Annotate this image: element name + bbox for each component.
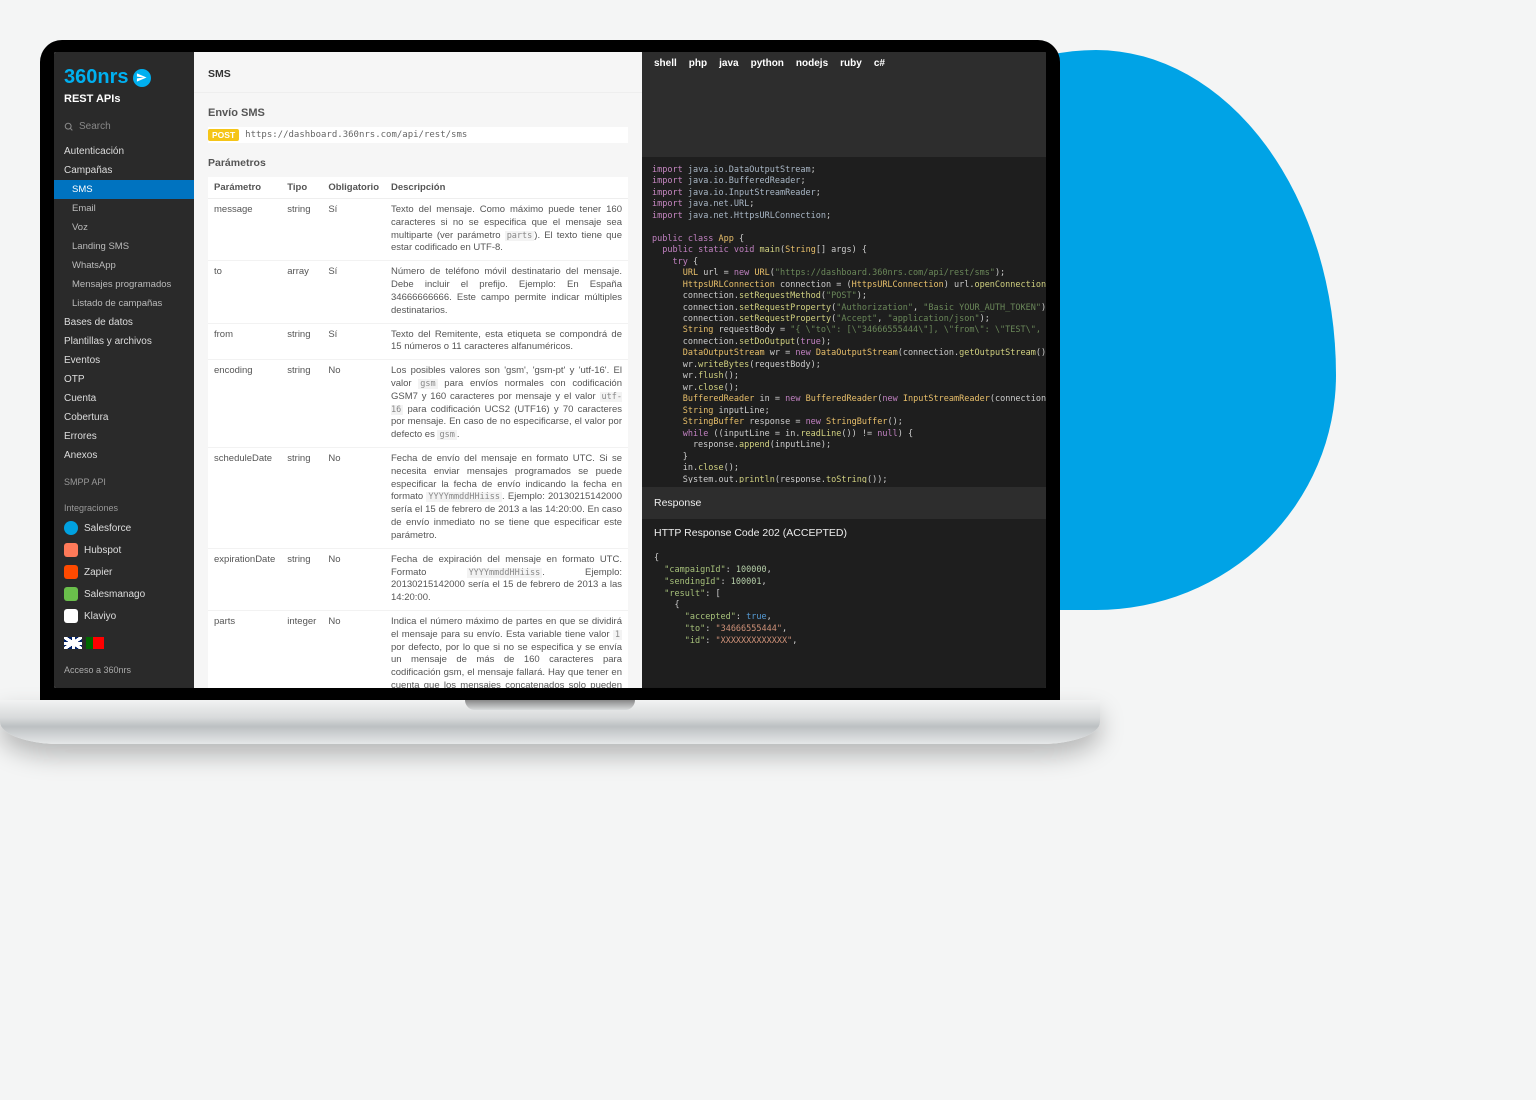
sidebar-item-autenticación[interactable]: Autenticación [54,142,194,161]
table-row: toarraySíNúmero de teléfono móvil destin… [208,261,628,323]
table-row: scheduleDatestringNoFecha de envío del m… [208,448,628,549]
table-row: messagestringSíTexto del mensaje. Como m… [208,199,628,261]
sidebar-item-sms[interactable]: SMS [54,180,194,199]
code-sample: import java.io.DataOutputStream; import … [642,157,1046,483]
sidebar-item-whatsapp[interactable]: WhatsApp [54,256,194,275]
search-placeholder: Search [79,121,111,132]
sidebar-item-otp[interactable]: OTP [54,370,194,389]
response-heading: Response [642,487,1046,519]
col-required: Obligatorio [322,177,385,199]
params-heading: Parámetros [208,157,628,169]
endpoint-url: https://dashboard.360nrs.com/api/rest/sm… [245,130,467,140]
tab-java[interactable]: java [719,58,738,69]
sidebar-item-bases-de-datos[interactable]: Bases de datos [54,313,194,332]
endpoint-row: POST https://dashboard.360nrs.com/api/re… [208,127,628,143]
laptop-base [0,700,1100,744]
access-link[interactable]: Acceso a 360nrs [54,659,194,685]
tab-nodejs[interactable]: nodejs [796,58,828,69]
subtitle: REST APIs [54,93,194,115]
sidebar-item-plantillas-y-archivos[interactable]: Plantillas y archivos [54,332,194,351]
sidebar-item-listado-de-campañas[interactable]: Listado de campañas [54,294,194,313]
table-row: expirationDatestringNoFecha de expiració… [208,548,628,610]
table-row: fromstringSíTexto del Remitente, esta et… [208,323,628,360]
integration-salesforce[interactable]: Salesforce [54,517,194,539]
salesforce-icon [64,521,78,535]
http-method-badge: POST [208,129,239,141]
tab-shell[interactable]: shell [654,58,677,69]
zapier-icon [64,565,78,579]
col-param: Parámetro [208,177,281,199]
col-desc: Descripción [385,177,628,199]
table-row: encodingstringNoLos posibles valores son… [208,360,628,448]
nav-section-smpp[interactable]: SMPP API [54,465,194,491]
flag-pt-icon[interactable] [86,637,104,649]
col-type: Tipo [281,177,322,199]
sidebar-item-cuenta[interactable]: Cuenta [54,389,194,408]
sidebar-item-anexos[interactable]: Anexos [54,446,194,465]
docs-panel: SMS Envío SMS POST https://dashboard.360… [194,52,642,688]
paper-plane-icon [133,69,151,87]
search-icon [64,122,74,132]
logo: 360nrs [54,52,194,93]
sidebar-item-email[interactable]: Email [54,199,194,218]
hubspot-icon [64,543,78,557]
table-row: partsintegerNoIndica el número máximo de… [208,610,628,688]
sidebar-item-cobertura[interactable]: Cobertura [54,408,194,427]
sidebar-item-voz[interactable]: Voz [54,218,194,237]
integration-hubspot[interactable]: Hubspot [54,539,194,561]
integrations-heading: Integraciones [54,491,194,517]
klaviyo-icon [64,609,78,623]
salesmanago-icon [64,587,78,601]
response-json: { "campaignId": 100000, "sendingId": 100… [642,549,1046,688]
page-title: SMS [194,52,642,93]
tab-python[interactable]: python [751,58,784,69]
sidebar: 360nrs REST APIs Search AutenticaciónCam… [54,52,194,688]
tab-c#[interactable]: c# [874,58,885,69]
sidebar-item-campañas[interactable]: Campañas [54,161,194,180]
logo-text: 360nrs [64,66,129,89]
response-status: HTTP Response Code 202 (ACCEPTED) [642,523,1046,549]
language-tabs: shell php java python nodejs ruby c# [642,52,1046,75]
language-flags [54,627,194,659]
search-input[interactable]: Search [54,115,194,142]
integration-salesmanago[interactable]: Salesmanago [54,583,194,605]
laptop-frame: 360nrs REST APIs Search AutenticaciónCam… [0,40,1100,744]
sidebar-item-errores[interactable]: Errores [54,427,194,446]
tab-php[interactable]: php [689,58,707,69]
sidebar-item-landing-sms[interactable]: Landing SMS [54,237,194,256]
sidebar-item-mensajes-programados[interactable]: Mensajes programados [54,275,194,294]
tab-ruby[interactable]: ruby [840,58,862,69]
params-table: Parámetro Tipo Obligatorio Descripción m… [208,177,628,688]
sidebar-item-eventos[interactable]: Eventos [54,351,194,370]
section-heading: Envío SMS [208,107,628,119]
integration-klaviyo[interactable]: Klaviyo [54,605,194,627]
flag-uk-icon[interactable] [64,637,82,649]
app-window: 360nrs REST APIs Search AutenticaciónCam… [54,52,1046,688]
integration-zapier[interactable]: Zapier [54,561,194,583]
code-panel: shell php java python nodejs ruby c# import ja… [642,52,1046,688]
